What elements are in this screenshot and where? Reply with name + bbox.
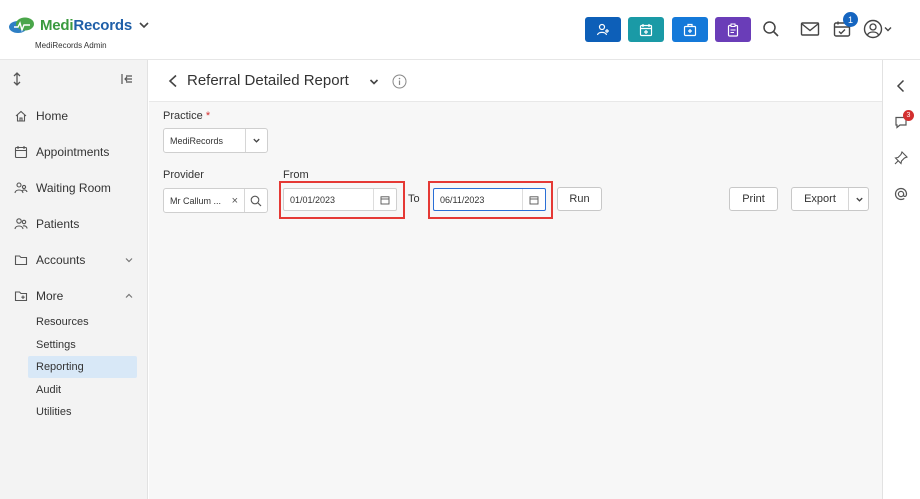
chevron-down-icon	[253, 138, 260, 143]
sidebar-subitem-utilities[interactable]: Utilities	[28, 401, 137, 423]
calendar-add-icon	[639, 23, 653, 36]
practice-value: MediRecords	[170, 135, 224, 146]
medical-case-button[interactable]	[672, 17, 708, 42]
chat-badge: 3	[903, 110, 914, 121]
brand-subtitle: MediRecords Admin	[35, 41, 107, 50]
export-label: Export	[804, 193, 836, 205]
sidebar-item-accounts[interactable]: Accounts	[0, 242, 148, 278]
pin-icon[interactable]	[893, 150, 909, 166]
chevron-left-icon[interactable]	[167, 74, 179, 88]
sidebar-item-more[interactable]: More	[0, 278, 148, 314]
provider-value: Mr Callum ...	[170, 195, 222, 206]
main-content: Referral Detailed Report Practice * Medi…	[149, 60, 882, 499]
practice-label: Practice *	[163, 110, 211, 122]
collapse-sidebar-icon[interactable]	[120, 72, 134, 86]
calendar-icon	[14, 145, 28, 159]
sidebar-item-label: More	[36, 289, 64, 303]
export-button[interactable]: Export	[791, 187, 869, 211]
notification-badge: 1	[843, 12, 858, 27]
search-icon[interactable]	[250, 195, 262, 207]
practice-select[interactable]: MediRecords	[163, 128, 268, 153]
folder-plus-icon	[14, 289, 28, 303]
page-title: Referral Detailed Report	[187, 72, 349, 89]
sidebar-subitem-audit[interactable]: Audit	[28, 379, 137, 401]
sidebar-item-label: Appointments	[36, 145, 110, 159]
sidebar-subitem-settings[interactable]: Settings	[28, 334, 137, 356]
sidebar-subitem-reporting[interactable]: Reporting	[28, 356, 137, 378]
search-icon	[763, 21, 779, 37]
calendar-icon[interactable]	[380, 195, 390, 205]
waiting-room-icon	[14, 181, 28, 195]
run-button[interactable]: Run	[557, 187, 602, 211]
user-menu-button[interactable]	[862, 18, 894, 40]
sidebar-toolbar	[0, 60, 148, 98]
sidebar-item-label: Patients	[36, 217, 80, 231]
sidebar-item-label: Home	[36, 109, 69, 123]
to-date-value: 06/11/2023	[440, 194, 485, 205]
chevron-down-icon[interactable]	[855, 195, 864, 204]
sidebar-item-patients[interactable]: Patients	[0, 206, 148, 242]
info-icon[interactable]	[392, 74, 407, 89]
add-person-icon	[596, 23, 609, 35]
add-patient-button[interactable]	[585, 17, 621, 42]
clipboard-icon	[727, 23, 739, 37]
print-button[interactable]: Print	[729, 187, 778, 211]
brand-logo[interactable]: MediRecords	[8, 16, 150, 34]
mail-icon	[800, 22, 820, 36]
right-rail: 3	[882, 60, 920, 499]
chevron-up-icon	[125, 293, 133, 298]
sidebar-item-home[interactable]: Home	[0, 98, 148, 134]
to-label: To	[408, 193, 420, 205]
sidebar: Home Appointments Waiting Room Patients …	[0, 60, 148, 499]
provider-select[interactable]: Mr Callum ... ×	[163, 188, 268, 213]
sidebar-subitem-resources[interactable]: Resources	[28, 311, 137, 333]
user-avatar-icon	[863, 19, 883, 39]
to-date-input[interactable]: 06/11/2023	[433, 188, 546, 211]
top-bar: MediRecords MediRecords Admin 1	[0, 0, 920, 60]
at-sign-icon[interactable]	[893, 186, 909, 202]
from-date-value: 01/01/2023	[290, 194, 336, 205]
search-button[interactable]	[760, 18, 782, 40]
clipboard-button[interactable]	[715, 17, 751, 42]
home-icon	[14, 109, 28, 123]
folder-icon	[14, 253, 28, 267]
from-label: From	[283, 169, 309, 181]
sidebar-item-label: Accounts	[36, 253, 86, 267]
sidebar-item-waiting-room[interactable]: Waiting Room	[0, 170, 148, 206]
calendar-icon[interactable]	[529, 195, 539, 205]
chevron-down-icon[interactable]	[369, 78, 379, 86]
medical-case-icon	[683, 23, 697, 36]
sidebar-item-label: Waiting Room	[36, 181, 111, 195]
clear-provider-button[interactable]: ×	[232, 195, 238, 207]
report-header: Referral Detailed Report	[149, 60, 882, 102]
brand-name: MediRecords	[40, 16, 132, 34]
chevron-down-icon[interactable]	[138, 19, 150, 31]
sidebar-item-appointments[interactable]: Appointments	[0, 134, 148, 170]
add-appointment-button[interactable]	[628, 17, 664, 42]
chevron-left-icon[interactable]	[893, 78, 909, 94]
expand-vertical-icon[interactable]	[12, 71, 22, 87]
messages-button[interactable]	[799, 18, 821, 40]
from-date-input[interactable]: 01/01/2023	[283, 188, 397, 211]
provider-label: Provider	[163, 169, 204, 181]
cloud-logo-icon	[8, 16, 36, 34]
chevron-down-icon	[884, 27, 892, 32]
chevron-down-icon	[125, 258, 133, 263]
patients-icon	[14, 217, 28, 231]
